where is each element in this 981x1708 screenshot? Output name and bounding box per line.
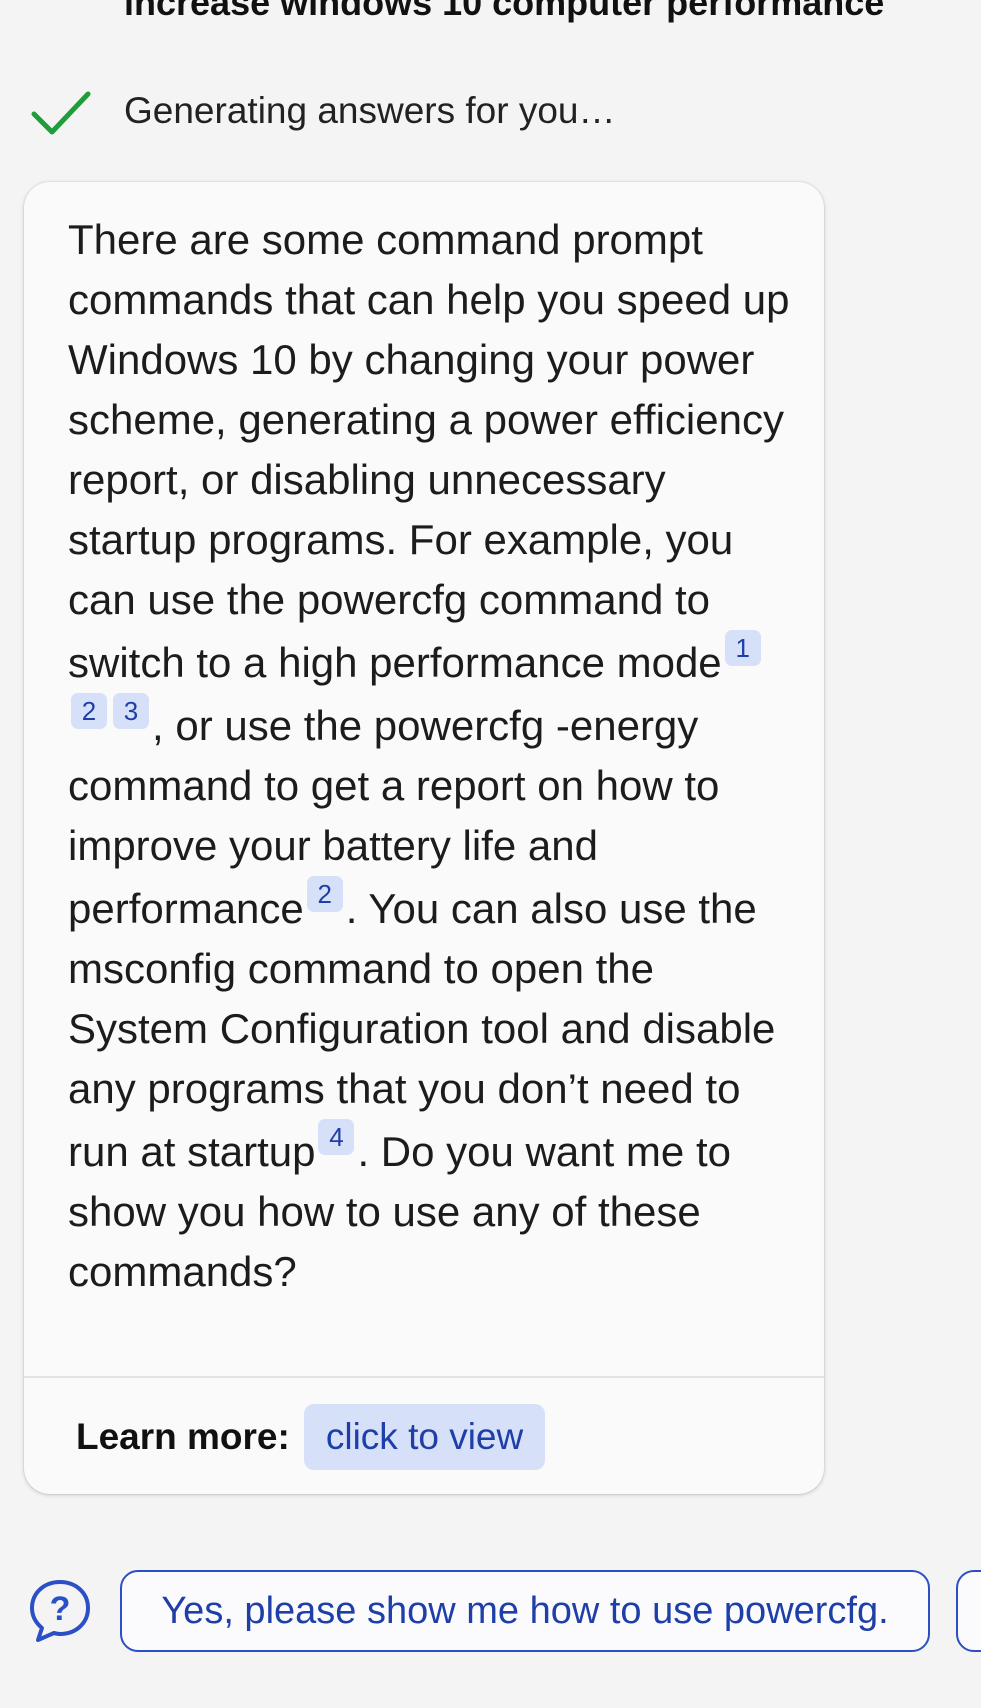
step-label-generating: Generating answers for you… [124,90,616,131]
answer-card: There are some command prompt commands t… [24,182,824,1494]
suggestion-chip-partial[interactable] [956,1570,981,1652]
learn-more-bar: Learn more: click to view [76,1404,546,1470]
answer-text: There are some command prompt commands t… [68,210,798,1302]
step-label-search: increase windows 10 computer performance [124,0,885,23]
suggestion-chip[interactable]: Yes, please show me how to use powercfg. [120,1570,930,1652]
citation-badge[interactable]: 3 [113,693,149,729]
citation-badge[interactable]: 4 [318,1119,355,1155]
progress-step-generating: Generating answers for you… [0,86,981,136]
citation-badge[interactable]: 2 [71,693,107,729]
progress-step-search: increase windows 10 computer performance [0,0,981,28]
suggestion-row: ? Yes, please show me how to use powercf… [0,1570,981,1652]
svg-text:?: ? [50,1590,71,1628]
learn-more-button[interactable]: click to view [303,1404,546,1470]
card-divider [24,1376,824,1378]
citation-badge[interactable]: 1 [724,630,761,666]
citation-badge[interactable]: 2 [306,876,343,912]
chat-page: increase windows 10 computer performance… [0,0,981,1708]
checkmark-icon [31,91,91,135]
question-bubble-icon[interactable]: ? [28,1578,92,1644]
learn-more-label: Learn more: [76,1416,290,1457]
answer-text-part: There are some command prompt commands t… [68,216,790,686]
